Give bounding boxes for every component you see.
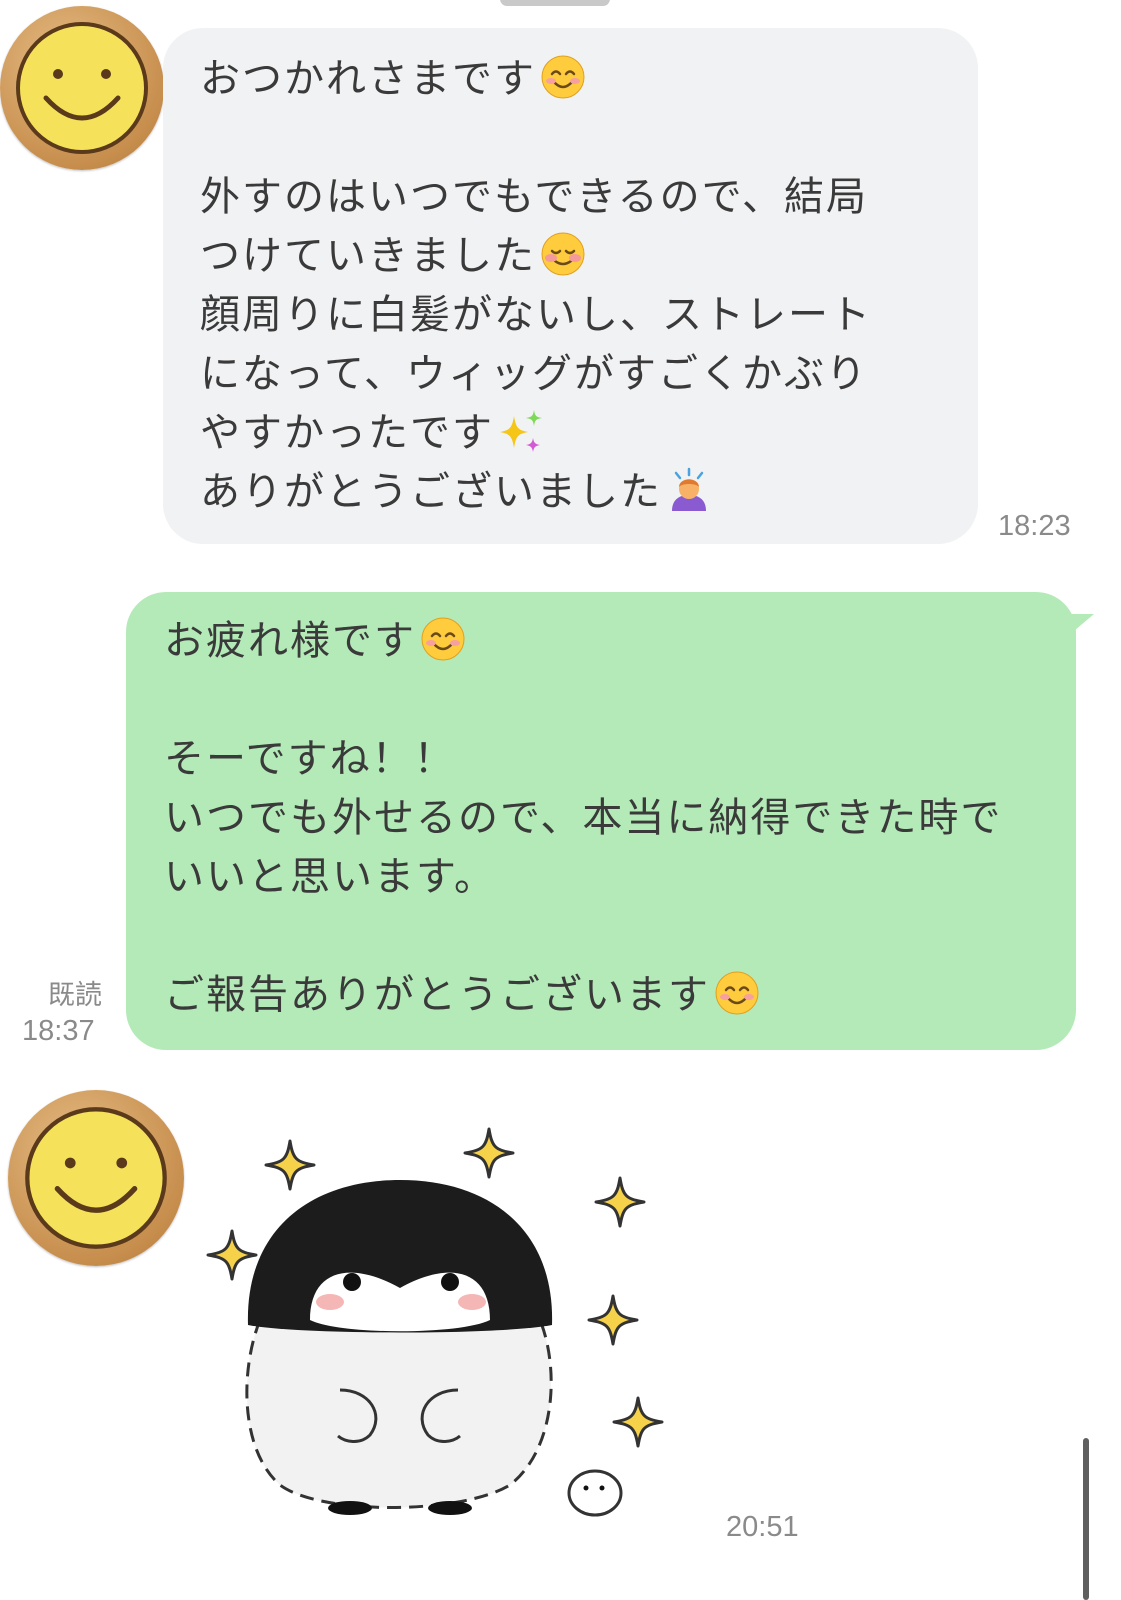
message-text: 顔周りに白髪がないし、ストレート <box>200 292 872 338</box>
person-bowing-emoji-icon <box>666 467 712 513</box>
read-receipt: 既読 <box>48 980 102 1011</box>
message-text: になって、ウィッグがすごくかぶり <box>200 351 868 397</box>
message-line: ご報告ありがとうございます <box>164 966 1076 1025</box>
message-text: やすかったです <box>200 410 494 456</box>
message-text: いいと思います。 <box>164 854 496 900</box>
message-line <box>164 671 1076 730</box>
message-line: いいと思います。 <box>164 848 1076 907</box>
top-drag-handle <box>500 0 610 6</box>
incoming-message-bubble[interactable]: おつかれさまです外すのはいつでもできるので、結局 つけていきました顔周りに白髪がな… <box>163 28 978 544</box>
smiling-face-emoji-icon <box>540 54 586 100</box>
outgoing-message-bubble[interactable]: お疲れ様です そーですね！！ いつでも外せるので、本当に納得できた時で いいと思います… <box>126 592 1076 1050</box>
message-text: つけていきました <box>200 233 536 279</box>
sparkle-icon <box>587 1294 639 1346</box>
sparkle-icon <box>463 1127 515 1179</box>
smiley-avatar-icon <box>25 1107 167 1249</box>
smiling-face-emoji-icon <box>714 970 760 1016</box>
scrollbar[interactable] <box>1083 1438 1089 1600</box>
blushing-face-emoji-icon <box>540 231 586 277</box>
smiley-avatar-icon <box>16 22 148 154</box>
message-line: 顔周りに白髪がないし、ストレート <box>200 286 978 345</box>
sparkle-icon <box>612 1396 664 1448</box>
message-line: そーですね！！ <box>164 730 1076 789</box>
message-text: そーですね！！ <box>164 736 456 782</box>
smiling-face-emoji-icon <box>420 616 466 662</box>
message-text: おつかれさまです <box>200 56 536 102</box>
message-time: 18:37 <box>22 1015 95 1047</box>
message-line: お疲れ様です <box>164 612 1076 671</box>
message-line: いつでも外せるので、本当に納得できた時で <box>164 789 1076 848</box>
sparkle-icon <box>264 1139 316 1191</box>
bubble-tail <box>1068 614 1094 636</box>
message-line: おつかれさまです <box>200 50 978 109</box>
message-time: 20:51 <box>726 1511 799 1543</box>
message-line: ありがとうございました <box>200 463 978 522</box>
message-text: ご報告ありがとうございます <box>164 972 710 1018</box>
message-text: 外すのはいつでもできるので、結局 <box>200 174 868 220</box>
message-line: 外すのはいつでもできるので、結局 <box>200 168 978 227</box>
penguin-sparkle-sticker[interactable] <box>200 1110 680 1530</box>
sparkles-emoji-icon <box>498 408 544 454</box>
message-line: やすかったです <box>200 404 978 463</box>
sender-avatar[interactable] <box>0 6 164 170</box>
sparkle-icon <box>594 1176 646 1228</box>
message-time: 18:23 <box>998 510 1071 542</box>
message-text: いつでも外せるので、本当に納得できた時で <box>164 795 1003 841</box>
sparkle-icon <box>206 1229 258 1281</box>
message-line: になって、ウィッグがすごくかぶり <box>200 345 978 404</box>
message-text: ありがとうございました <box>200 469 662 515</box>
message-line: つけていきました <box>200 227 978 286</box>
message-text: お疲れ様です <box>164 618 416 664</box>
sender-avatar[interactable] <box>8 1090 184 1266</box>
message-line <box>200 109 978 168</box>
message-line <box>164 907 1076 966</box>
